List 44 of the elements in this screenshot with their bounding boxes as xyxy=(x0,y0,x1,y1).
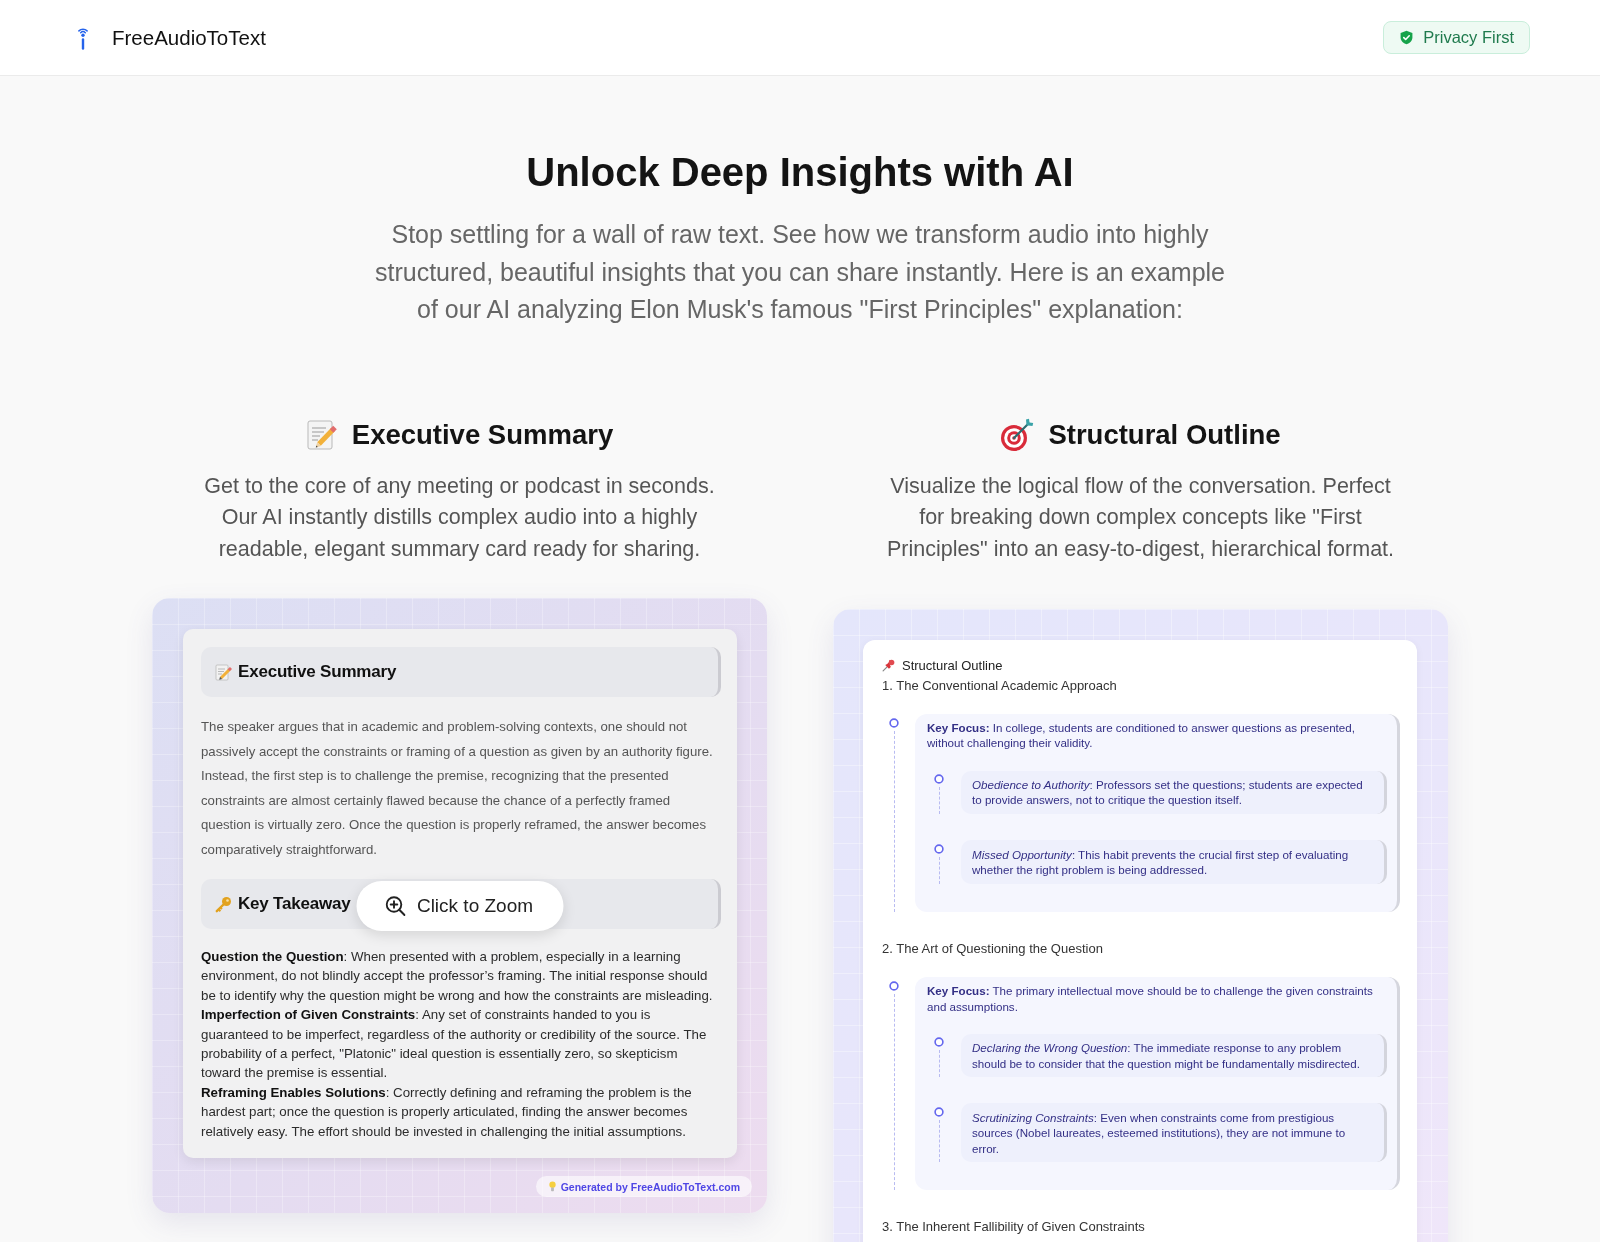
lightbulb-icon xyxy=(548,1181,556,1193)
feature-description: Visualize the logical flow of the conversation. Perfect for breaking down complex concepts like "First Principles" into an easy-to-digest, hierarchical format. xyxy=(885,472,1396,563)
outline-point: Declaring the Wrong Question: The immediate response to any problem should be to consider that the question might be fundamentally misdirected. xyxy=(961,1033,1387,1078)
takeaway-text: Imperfection of Given Constraints: Any set of constraints handed to you is guaranteed to be imperfect, regardless of the authority or credibility of the source. The probability of a perfect, "Platonic" ideal question is essentially zero, so skepticism toward the premise is essential. xyxy=(201,1006,708,1083)
section-title: Key Takeaway xyxy=(238,894,351,914)
key-focus-text: Key Focus: The primary intellectual move should be to challenge the given constraints and assumptions. xyxy=(927,983,1374,1014)
shield-check-icon xyxy=(1399,30,1415,45)
outline-point: Scrutinizing Constraints: Even when constraints come from prestigious sources (Nobel laureates, esteemed institutions), they are not immune to error. xyxy=(961,1103,1387,1163)
zoom-button[interactable]: Click to Zoom xyxy=(356,880,563,931)
memo-icon xyxy=(305,418,338,451)
outline-point: Missed Opportunity: This habit prevents the crucial first step of evaluating whether the right problem is being addressed. xyxy=(961,840,1387,884)
credit-text: Generated by FreeAudioToText.com xyxy=(560,1180,740,1193)
feature-title: Structural Outline xyxy=(1048,417,1281,452)
hero-subtitle: Stop settling for a wall of raw text. See how we transform audio into highly structured, beautiful insights that you can share instantly. Here is an example of our AI analyzing Elon Musk's famous "First Principles" explanation: xyxy=(374,219,1226,325)
takeaway-text: Reframing Enables Solutions: Correctly defining and reframing the problem is the hardest part; once the question is properly articulated, finding the answer becomes relatively easy. The effort should be invested in challenging the initial assumptions. xyxy=(201,1083,693,1141)
privacy-badge-label: Privacy First xyxy=(1423,28,1514,47)
ring-icon xyxy=(934,1106,944,1117)
outline-point: Obedience to Authority: Professors set the questions; students are expected to provide answers, not to critique the question itself. xyxy=(961,770,1387,815)
timeline-line xyxy=(938,1050,940,1078)
ring-icon xyxy=(889,717,899,728)
ring-icon xyxy=(934,843,944,854)
section-title: Executive Summary xyxy=(238,662,397,682)
timeline-line xyxy=(938,787,940,815)
takeaway-text: Question the Question: When presented with a problem, especially in a learning environment, do not blindly accept the professor’s framing. The initial response should be to identify why the question might be wrong and how the constraints are misleading. xyxy=(201,948,714,1005)
ring-icon xyxy=(889,980,899,991)
target-icon xyxy=(1000,417,1035,452)
timeline-line xyxy=(938,856,940,884)
summary-paragraph: The speaker argues that in academic and problem-solving contexts, one should not passively accept the constraints or framing of a question as given by an authority figure. Instead, the first step is to challenge the premise, recognizing that the presented constraints are almost certainly flawed because the chance of a perfectly framed question is virtually zero. Once the question is properly reframed, the answer becomes comparatively straightforward. xyxy=(201,718,714,859)
outline-heading: 2. The Art of Questioning the Question xyxy=(882,939,1104,958)
pushpin-icon xyxy=(882,659,895,673)
feature-description: Get to the core of any meeting or podcast in seconds. Our AI instantly distills complex audio into a highly readable, elegant summary card ready for sharing. xyxy=(203,472,716,563)
ring-icon xyxy=(934,774,944,785)
outline-heading: 3. The Inherent Fallibility of Given Constraints xyxy=(882,1218,1146,1237)
key-icon xyxy=(215,895,232,913)
timeline-line xyxy=(938,1119,940,1163)
ring-icon xyxy=(934,1037,944,1048)
outline-title: Structural Outline xyxy=(902,657,1003,675)
zoom-in-icon xyxy=(385,895,406,916)
outline-heading: 1. The Conventional Academic Approach xyxy=(882,676,1118,695)
key-focus-text: Key Focus: In college, students are conditioned to answer questions as presented, without challenging their validity. xyxy=(927,720,1356,751)
brand-name: FreeAudioToText xyxy=(112,25,266,50)
feature-title: Executive Summary xyxy=(351,417,614,452)
hero-title: Unlock Deep Insights with AI xyxy=(525,149,1075,196)
memo-icon xyxy=(215,663,232,681)
